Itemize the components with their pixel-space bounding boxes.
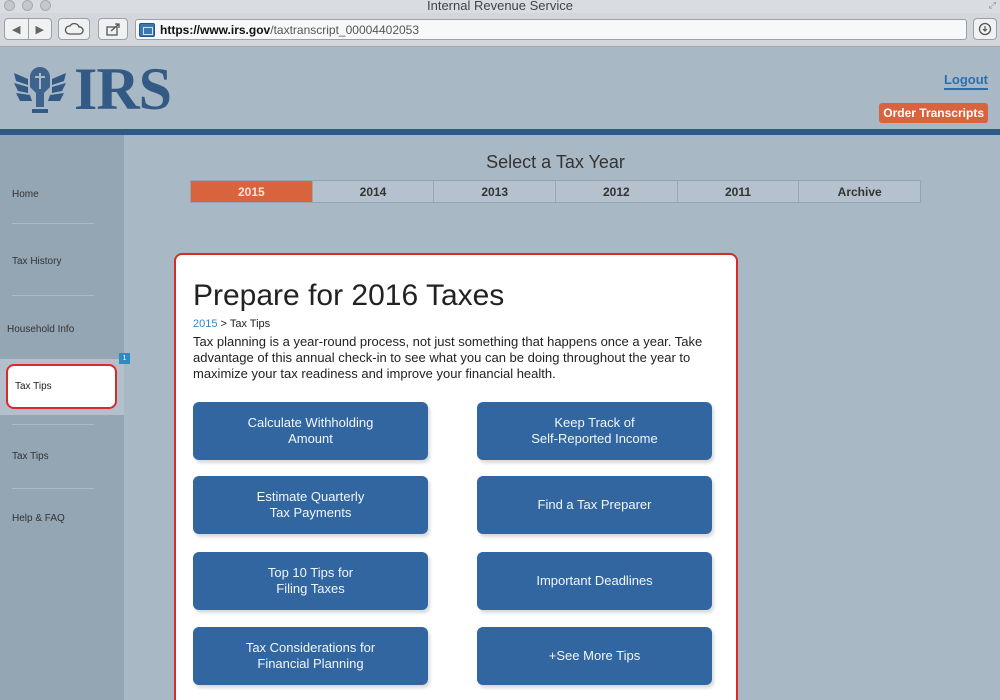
tab-2014[interactable]: 2014 bbox=[313, 181, 435, 202]
breadcrumb-year-link[interactable]: 2015 bbox=[193, 318, 217, 330]
estimate-quarterly-payments-button[interactable]: Estimate Quarterly Tax Payments bbox=[193, 476, 428, 534]
breadcrumb-current: Tax Tips bbox=[229, 318, 271, 330]
download-icon[interactable] bbox=[973, 18, 997, 40]
sidebar-item-tax-tips[interactable]: Tax Tips bbox=[12, 451, 49, 462]
nav-buttons: ◀ ▶ bbox=[4, 18, 52, 40]
logo-wordmark: IRS bbox=[74, 55, 172, 122]
sidebar-item-home[interactable]: Home bbox=[12, 189, 39, 200]
site-header: IRS Logout Order Transcripts bbox=[0, 47, 1000, 129]
irs-eagle-icon bbox=[14, 67, 66, 113]
window-title: Internal Revenue Service bbox=[427, 0, 573, 13]
sidebar-badge: 1 bbox=[119, 353, 130, 364]
irs-logo[interactable]: IRS bbox=[12, 56, 172, 122]
financial-planning-button[interactable]: Tax Considerations for Financial Plannin… bbox=[193, 627, 428, 685]
address-bar[interactable]: https://www.irs.gov/taxtranscript_000044… bbox=[135, 19, 967, 40]
cloud-icon[interactable] bbox=[58, 18, 90, 40]
sidebar-item-household-info[interactable]: Household Info bbox=[7, 324, 74, 335]
order-transcripts-button[interactable]: Order Transcripts bbox=[879, 103, 988, 123]
forward-arrow-icon[interactable]: ▶ bbox=[29, 19, 52, 39]
sidebar-item-tax-history[interactable]: Tax History bbox=[12, 256, 61, 267]
tab-2012[interactable]: 2012 bbox=[556, 181, 678, 202]
page-title: Prepare for 2016 Taxes bbox=[193, 279, 505, 312]
fullscreen-icon[interactable]: ⤢ bbox=[989, 0, 996, 11]
sidebar-item-help-faq[interactable]: Help & FAQ bbox=[12, 513, 65, 524]
site-favicon-icon bbox=[139, 22, 155, 37]
intro-text: Tax planning is a year-round process, no… bbox=[193, 334, 703, 381]
logout-link[interactable]: Logout bbox=[943, 72, 988, 90]
sidebar-item-tax-tips-selected[interactable]: Tax Tips bbox=[6, 364, 117, 409]
header-divider bbox=[0, 129, 1000, 135]
tab-2011[interactable]: 2011 bbox=[678, 181, 800, 202]
important-deadlines-button[interactable]: Important Deadlines bbox=[477, 552, 712, 610]
sidebar: Home Tax History Household Info Tax Tips… bbox=[0, 135, 130, 700]
sidebar-divider bbox=[12, 295, 94, 296]
calculate-withholding-button[interactable]: Calculate Withholding Amount bbox=[193, 402, 428, 460]
tax-year-heading: Select a Tax Year bbox=[486, 152, 625, 172]
tax-year-tabs: 2015 2014 2013 2012 2011 Archive bbox=[190, 180, 921, 203]
tax-tips-card: Prepare for 2016 Taxes 2015 > Tax Tips T… bbox=[174, 253, 738, 700]
sidebar-divider bbox=[12, 424, 94, 425]
tab-archive[interactable]: Archive bbox=[799, 181, 920, 202]
share-icon[interactable] bbox=[98, 18, 128, 40]
window-titlebar: Internal Revenue Service ⤢ bbox=[0, 0, 1000, 13]
tab-2015[interactable]: 2015 bbox=[191, 181, 313, 202]
tab-2013[interactable]: 2013 bbox=[434, 181, 557, 202]
top-10-tips-button[interactable]: Top 10 Tips for Filing Taxes bbox=[193, 552, 428, 610]
back-arrow-icon[interactable]: ◀ bbox=[5, 19, 28, 39]
sidebar-divider bbox=[12, 223, 94, 224]
breadcrumb: 2015 > Tax Tips bbox=[193, 318, 270, 330]
sidebar-divider bbox=[12, 488, 94, 489]
find-tax-preparer-button[interactable]: Find a Tax Preparer bbox=[477, 476, 712, 534]
breadcrumb-separator: > bbox=[217, 318, 230, 330]
url-text: https://www.irs.gov/taxtranscript_000044… bbox=[160, 22, 420, 37]
see-more-tips-button[interactable]: +See More Tips bbox=[477, 627, 712, 685]
track-self-reported-income-button[interactable]: Keep Track of Self-Reported Income bbox=[477, 402, 712, 460]
browser-toolbar: ◀ ▶ https://www.irs.gov/taxtranscript_00… bbox=[0, 13, 1000, 47]
